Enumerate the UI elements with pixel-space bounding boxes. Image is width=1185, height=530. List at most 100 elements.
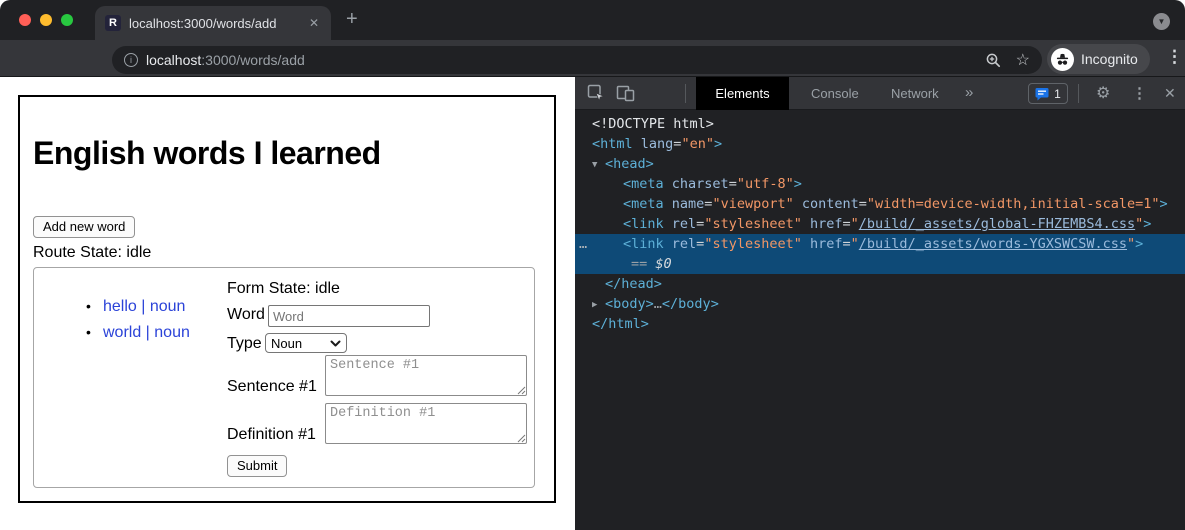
message-bubble-icon [1035,87,1049,101]
url-path: :3000/words/add [201,52,305,68]
web-page: English words I learned Add new word Rou… [0,77,575,530]
zoom-window-button[interactable] [61,14,73,26]
dom-line[interactable]: <html lang="en"> [575,134,1185,154]
type-select[interactable]: Noun [265,333,347,353]
dom-token: lang [641,136,674,152]
dom-token: > [1135,236,1143,252]
browser-tab[interactable]: R localhost:3000/words/add ✕ [95,6,331,40]
dom-line[interactable]: <meta charset="utf-8"> [575,174,1185,194]
line-gutter-ellipsis[interactable]: … [579,234,588,254]
dom-token: == [631,256,655,272]
address-bar[interactable]: i localhost:3000/words/add ☆ [112,46,1042,74]
site-info-icon[interactable]: i [124,53,138,67]
dom-token: > [714,136,722,152]
dom-token: <!DOCTYPE html> [592,116,714,132]
dom-token: > [794,176,802,192]
more-tabs-icon[interactable]: » [965,84,973,101]
dom-token: </body> [662,296,719,312]
dom-line[interactable]: ▼<head> [575,154,1185,174]
dom-token: /build/_assets/words-YGXSWCSW.css [859,236,1127,252]
tab-search-icon[interactable]: ▼ [1153,13,1170,30]
devtools-panel: Elements Console Network » 1 ⚙ ⋮ ✕ <!DOC… [575,77,1185,530]
dom-token: "stylesheet" [704,236,802,252]
dom-token: = [859,196,867,212]
dom-token: > [1143,216,1151,232]
dom-line[interactable]: </head> [575,274,1185,294]
dom-token: "viewport" [712,196,793,212]
issues-badge[interactable]: 1 [1028,83,1068,104]
dom-line[interactable]: == $0 [575,254,1185,274]
tab-title: localhost:3000/words/add [129,16,307,31]
dom-line[interactable]: </html> [575,314,1185,334]
devtools-menu-icon[interactable]: ⋮ [1132,84,1147,102]
dom-token: = [843,216,851,232]
type-select-value: Noun [271,336,302,351]
dom-token: content [802,196,859,212]
devtools-toolbar: Elements Console Network » 1 ⚙ ⋮ ✕ [575,77,1185,110]
issue-count: 1 [1054,87,1061,101]
dom-token: </html> [592,316,649,332]
settings-gear-icon[interactable]: ⚙ [1096,83,1110,103]
dom-line[interactable]: <meta name="viewport" content="width=dev… [575,194,1185,214]
dom-token [802,216,810,232]
close-devtools-icon[interactable]: ✕ [1164,85,1176,102]
dom-token: rel [672,236,696,252]
device-toolbar-icon[interactable] [616,84,635,102]
dom-line[interactable]: …<link rel="stylesheet" href="/build/_as… [575,234,1185,254]
dom-token: … [654,296,662,312]
url-text: localhost:3000/words/add [146,52,985,68]
definition-label: Definition #1 [227,426,316,444]
tab-network[interactable]: Network [877,77,953,110]
dom-token: $0 [655,256,671,272]
dom-token [664,236,672,252]
sentence-textarea[interactable] [325,355,527,396]
definition-textarea[interactable] [325,403,527,444]
dom-token: "en" [681,136,714,152]
toolbar-divider [1078,84,1079,103]
tab-console[interactable]: Console [797,77,873,110]
word-input[interactable] [268,305,430,327]
collapse-arrow-icon[interactable]: ▶ [592,295,605,315]
dom-token: = [843,236,851,252]
chevron-down-icon [330,340,341,347]
word-link-world[interactable]: world | noun [103,324,190,341]
dom-token: "utf-8" [737,176,794,192]
dom-token [794,196,802,212]
inspect-element-icon[interactable] [587,84,605,102]
dom-token: rel [672,216,696,232]
incognito-badge: Incognito [1047,44,1150,74]
dom-token: <meta [623,196,664,212]
route-state-text: Route State: idle [33,244,151,262]
tab-elements[interactable]: Elements [696,77,789,110]
list-item: •world | noun [103,324,190,342]
close-window-button[interactable] [19,14,31,26]
omnibox-actions: ☆ [985,50,1030,70]
browser-menu-icon[interactable]: ⋮ [1166,47,1183,67]
bookmark-star-icon[interactable]: ☆ [1016,50,1030,70]
page-title: English words I learned [33,135,381,172]
dom-token [664,196,672,212]
word-link-hello[interactable]: hello | noun [103,298,185,315]
minimize-window-button[interactable] [40,14,52,26]
bullet-icon: • [86,298,91,314]
dom-token: <link [623,236,664,252]
dom-token: <meta [623,176,664,192]
dom-token: "stylesheet" [704,216,802,232]
dom-token: charset [672,176,729,192]
dom-token: <html [592,136,633,152]
close-tab-icon[interactable]: ✕ [307,16,321,30]
dom-token [664,216,672,232]
dom-token: <body> [605,296,654,312]
new-tab-button[interactable]: + [346,8,358,31]
dom-line[interactable]: <link rel="stylesheet" href="/build/_ass… [575,214,1185,234]
dom-line[interactable]: <!DOCTYPE html> [575,114,1185,134]
expand-arrow-icon[interactable]: ▼ [592,155,605,175]
add-new-word-button[interactable]: Add new word [33,216,135,238]
submit-button[interactable]: Submit [227,455,287,477]
zoom-page-icon[interactable] [985,52,1002,69]
dom-token [664,176,672,192]
dom-line[interactable]: ▶<body>…</body> [575,294,1185,314]
dom-token: > [1160,196,1168,212]
url-host: localhost [146,52,201,68]
type-label: Type [227,335,262,353]
